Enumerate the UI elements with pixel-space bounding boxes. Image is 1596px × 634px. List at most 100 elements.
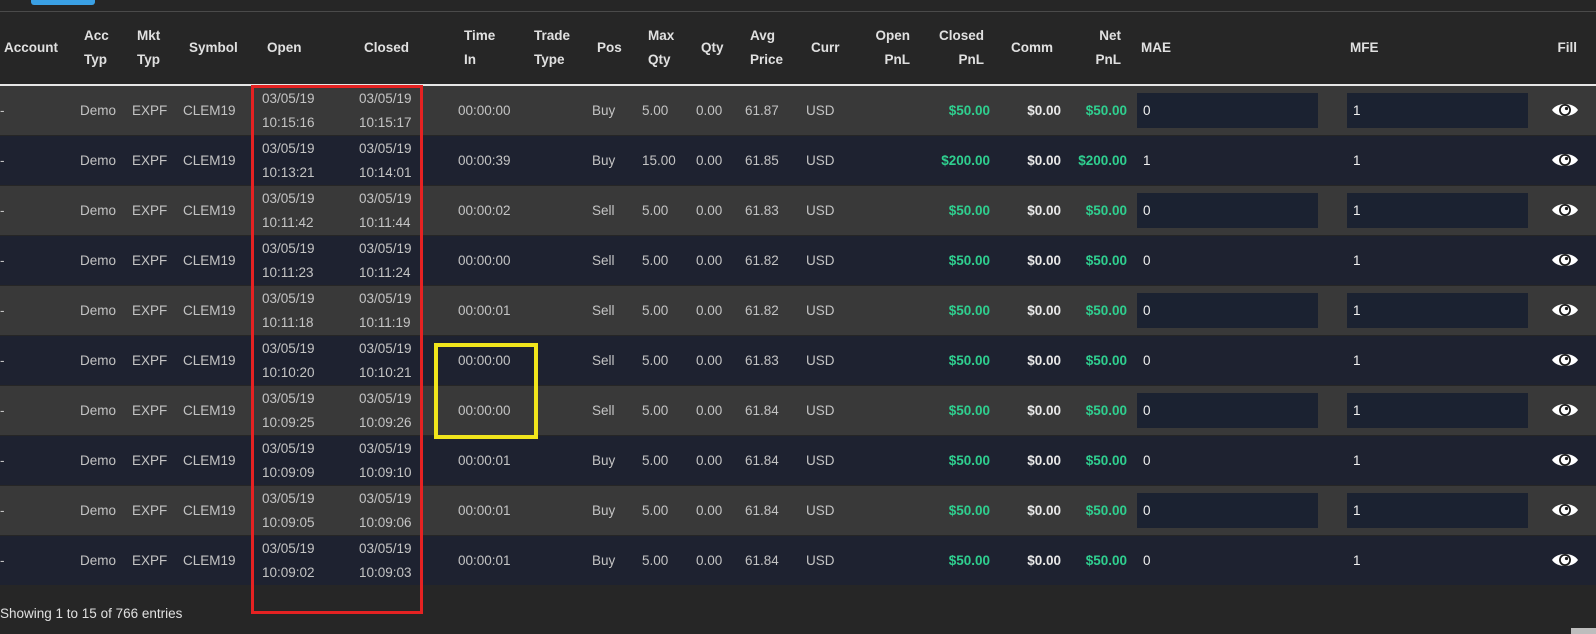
column-header-max-qty[interactable]: Max Qty bbox=[648, 12, 674, 84]
table-row[interactable]: - Demo EXPF CLEM19 00:00:01 Buy 5.00 0.00 61.84 U… bbox=[0, 536, 1596, 585]
column-header-acc-typ[interactable]: Acc Typ bbox=[84, 12, 109, 84]
cell-comm: $0.00 bbox=[1027, 503, 1061, 518]
cell-max-qty: 15.00 bbox=[642, 153, 676, 168]
eye-icon[interactable] bbox=[1551, 98, 1579, 122]
cell-pos: Sell bbox=[592, 203, 615, 218]
cell-acc-typ: Demo bbox=[80, 103, 117, 118]
column-header-label: Closed bbox=[938, 28, 984, 43]
table-row[interactable]: - Demo EXPF CLEM19 00:00:02 Sell 5.00 0.00 61.83… bbox=[0, 186, 1596, 235]
column-header-closed-pnl[interactable]: Closed PnL bbox=[939, 12, 984, 84]
table-row[interactable]: - Demo EXPF CLEM19 00:00:01 Buy 5.00 0.00 61.84 U… bbox=[0, 436, 1596, 485]
input-mae[interactable]: 0 bbox=[1137, 293, 1318, 328]
column-header-label: Curr bbox=[811, 40, 840, 55]
column-header-account[interactable]: Account bbox=[4, 12, 58, 84]
column-header-comm[interactable]: Comm bbox=[1011, 12, 1053, 84]
column-header-label: Closed bbox=[364, 40, 410, 55]
cell-comm: $0.00 bbox=[1027, 453, 1061, 468]
cell-net-pnl: $50.00 bbox=[1085, 453, 1127, 468]
column-header-fill[interactable]: Fill bbox=[1558, 12, 1578, 84]
active-tab-indicator[interactable] bbox=[31, 0, 95, 5]
cell-time-in: 00:00:01 bbox=[458, 303, 511, 318]
input-mfe[interactable]: 1 bbox=[1347, 493, 1528, 528]
input-mfe[interactable]: 1 bbox=[1347, 293, 1528, 328]
eye-icon[interactable] bbox=[1551, 398, 1579, 422]
eye-icon[interactable] bbox=[1551, 148, 1579, 172]
column-header-pos[interactable]: Pos bbox=[597, 12, 622, 84]
column-header-closed[interactable]: Closed bbox=[364, 12, 409, 84]
cell-symbol: CLEM19 bbox=[183, 253, 236, 268]
cell-closed-pnl: $50.00 bbox=[948, 253, 990, 268]
cell-net-pnl: $50.00 bbox=[1085, 103, 1127, 118]
cell-closed-pnl: $50.00 bbox=[948, 553, 990, 568]
column-header-label: PnL bbox=[1095, 52, 1122, 67]
cell-qty: 0.00 bbox=[696, 403, 723, 418]
table-row[interactable]: - Demo EXPF CLEM19 00:00:39 Buy 15.00 0.00 61.85… bbox=[0, 136, 1596, 185]
table-row[interactable]: - Demo EXPF CLEM19 00:00:00 Sell 5.00 0.00 61.84… bbox=[0, 386, 1596, 435]
eye-icon[interactable] bbox=[1551, 198, 1579, 222]
cell-max-qty: 5.00 bbox=[642, 503, 669, 518]
cell-closed-pnl: $200.00 bbox=[941, 153, 990, 168]
value-mfe: 1 bbox=[1353, 253, 1361, 268]
input-mfe[interactable]: 1 bbox=[1347, 393, 1528, 428]
cell-curr: USD bbox=[806, 203, 835, 218]
table-info: Showing 1 to 15 of 766 entries bbox=[0, 606, 183, 621]
eye-icon[interactable] bbox=[1551, 348, 1579, 372]
cell-net-pnl: $50.00 bbox=[1085, 503, 1127, 518]
eye-icon[interactable] bbox=[1551, 248, 1579, 272]
column-header-mkt-typ[interactable]: Mkt Typ bbox=[137, 12, 160, 84]
input-mfe[interactable]: 1 bbox=[1347, 193, 1528, 228]
input-mae[interactable]: 0 bbox=[1137, 193, 1318, 228]
cell-max-qty: 5.00 bbox=[642, 403, 669, 418]
cell-symbol: CLEM19 bbox=[183, 503, 236, 518]
column-header-trade-type[interactable]: Trade Type bbox=[534, 12, 570, 84]
top-bar bbox=[0, 0, 1596, 12]
column-header-curr[interactable]: Curr bbox=[811, 12, 840, 84]
eye-icon[interactable] bbox=[1551, 548, 1579, 572]
cell-qty: 0.00 bbox=[696, 503, 723, 518]
input-mae[interactable]: 0 bbox=[1137, 93, 1318, 128]
cell-net-pnl: $200.00 bbox=[1078, 153, 1127, 168]
scrollbar-corner[interactable] bbox=[1571, 628, 1596, 634]
cell-net-pnl: $50.00 bbox=[1085, 403, 1127, 418]
value-mae: 0 bbox=[1143, 253, 1151, 268]
input-mae[interactable]: 0 bbox=[1137, 493, 1318, 528]
table-row[interactable]: - Demo EXPF CLEM19 00:00:00 Buy 5.00 0.00 61.87 U… bbox=[0, 86, 1596, 135]
cell-symbol: CLEM19 bbox=[183, 203, 236, 218]
cell-curr: USD bbox=[806, 553, 835, 568]
eye-icon[interactable] bbox=[1551, 448, 1579, 472]
column-header-open[interactable]: Open bbox=[267, 12, 302, 84]
table-row[interactable]: - Demo EXPF CLEM19 00:00:01 Buy 5.00 0.00 61.84 U… bbox=[0, 486, 1596, 535]
eye-icon[interactable] bbox=[1551, 298, 1579, 322]
column-header-symbol[interactable]: Symbol bbox=[189, 12, 238, 84]
cell-account: - bbox=[0, 403, 5, 418]
input-mae[interactable]: 0 bbox=[1137, 393, 1318, 428]
input-mfe[interactable]: 1 bbox=[1347, 93, 1528, 128]
column-header-mfe[interactable]: MFE bbox=[1350, 12, 1379, 84]
eye-icon[interactable] bbox=[1551, 498, 1579, 522]
column-header-time-in[interactable]: Time In bbox=[464, 12, 495, 84]
table-row[interactable]: - Demo EXPF CLEM19 00:00:00 Sell 5.00 0.00 61.83… bbox=[0, 336, 1596, 385]
cell-symbol: CLEM19 bbox=[183, 303, 236, 318]
cell-qty: 0.00 bbox=[696, 303, 723, 318]
table-row[interactable]: - Demo EXPF CLEM19 00:00:01 Sell 5.00 0.00 61.82… bbox=[0, 286, 1596, 335]
column-header-label: Comm bbox=[1011, 40, 1054, 55]
cell-comm: $0.00 bbox=[1027, 103, 1061, 118]
column-header-label: PnL bbox=[884, 52, 911, 67]
column-header-qty[interactable]: Qty bbox=[701, 12, 724, 84]
cell-avg-price: 61.82 bbox=[745, 303, 779, 318]
column-header-label: Symbol bbox=[189, 40, 238, 55]
cell-net-pnl: $50.00 bbox=[1085, 353, 1127, 368]
column-header-label: Trade bbox=[534, 28, 571, 43]
column-header-mae[interactable]: MAE bbox=[1141, 12, 1171, 84]
cell-pos: Buy bbox=[592, 553, 616, 568]
cell-mkt-typ: EXPF bbox=[132, 303, 168, 318]
cell-qty: 0.00 bbox=[696, 453, 723, 468]
column-header-open-pnl[interactable]: Open PnL bbox=[875, 12, 910, 84]
table-row[interactable]: - Demo EXPF CLEM19 00:00:00 Sell 5.00 0.00 61.82… bbox=[0, 236, 1596, 285]
column-header-avg-price[interactable]: Avg Price bbox=[750, 12, 783, 84]
cell-acc-typ: Demo bbox=[80, 153, 117, 168]
column-header-net-pnl[interactable]: Net PnL bbox=[1096, 12, 1122, 84]
cell-time-in: 00:00:01 bbox=[458, 503, 511, 518]
cell-pos: Sell bbox=[592, 353, 615, 368]
cell-acc-typ: Demo bbox=[80, 353, 117, 368]
